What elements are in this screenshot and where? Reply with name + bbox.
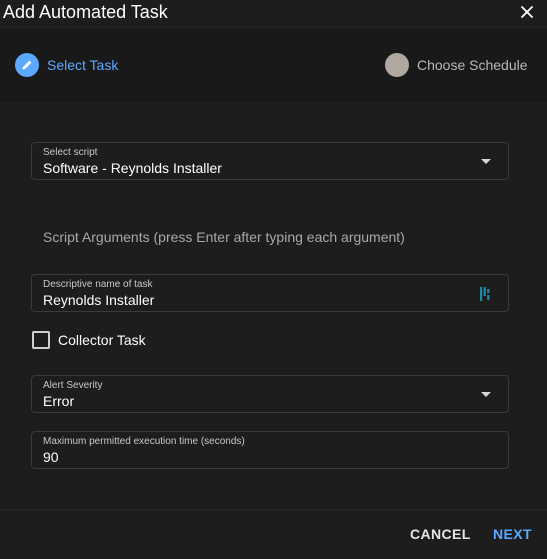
close-button[interactable] [515,2,539,22]
close-icon [521,6,533,18]
add-automated-task-dialog: Add Automated Task Select Task Choose Sc… [0,0,547,559]
checkbox-box[interactable] [32,331,50,349]
max-execution-time-label: Maximum permitted execution time (second… [43,436,245,447]
task-name-value: Reynolds Installer [43,292,155,308]
step-select-task[interactable]: Select Task [15,53,118,77]
chevron-down-icon [481,392,491,397]
collector-task-label: Collector Task [58,332,146,348]
dialog-footer: CANCEL NEXT [0,509,547,559]
chevron-down-icon [481,159,491,164]
stepper: Select Task Choose Schedule [0,27,547,103]
step-choose-schedule[interactable]: Choose Schedule [385,53,528,77]
max-execution-time-field[interactable]: Maximum permitted execution time (second… [31,431,509,469]
alert-severity-label: Alert Severity [43,380,103,391]
step-circle-inactive [385,53,409,77]
next-button[interactable]: NEXT [493,525,532,543]
alert-severity-dropdown[interactable]: Alert Severity Error [31,375,509,413]
step-circle-active [15,53,39,77]
password-manager-icon[interactable] [479,286,493,302]
script-arguments-input[interactable]: Script Arguments (press Enter after typi… [43,229,405,245]
step-label-select-task: Select Task [47,57,119,73]
step-label-choose-schedule: Choose Schedule [417,57,528,73]
max-execution-time-value: 90 [43,449,59,465]
task-name-label: Descriptive name of task [43,279,153,290]
cancel-button[interactable]: CANCEL [410,525,471,543]
dialog-title: Add Automated Task [3,2,168,22]
form-content: Select script Software - Reynolds Instal… [0,102,547,509]
select-script-dropdown[interactable]: Select script Software - Reynolds Instal… [31,142,509,180]
pencil-icon [22,60,32,70]
alert-severity-value: Error [43,393,75,409]
select-script-label: Select script [43,147,98,158]
task-name-field[interactable]: Descriptive name of task Reynolds Instal… [31,274,509,312]
select-script-value: Software - Reynolds Installer [43,160,222,176]
dialog-titlebar: Add Automated Task [0,0,547,26]
collector-task-checkbox[interactable]: Collector Task [32,331,146,349]
